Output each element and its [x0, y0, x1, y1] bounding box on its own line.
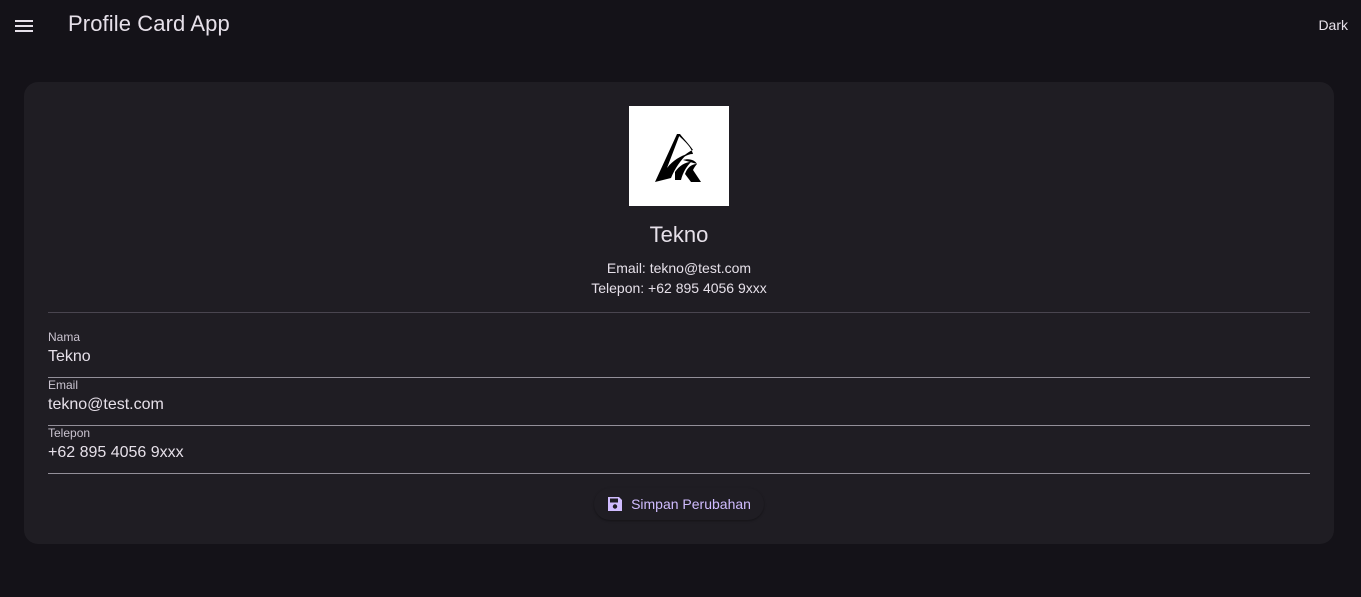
name-field: Nama [48, 330, 1310, 378]
app-title: Profile Card App [68, 11, 230, 36]
email-input[interactable] [48, 394, 1310, 416]
email-field: Email [48, 378, 1310, 426]
logo-a-icon [655, 134, 701, 182]
avatar [629, 106, 729, 206]
profile-card: Tekno Email: tekno@test.com Telepon: +62… [24, 82, 1334, 544]
phone-field-label: Telepon [48, 426, 91, 440]
name-field-label: Nama [48, 330, 81, 344]
save-button[interactable]: Simpan Perubahan [594, 488, 764, 520]
theme-toggle-button[interactable]: Dark [1318, 17, 1348, 33]
divider [48, 312, 1310, 313]
profile-name: Tekno [649, 222, 709, 247]
app-bar: Profile Card App Dark [0, 0, 1361, 52]
menu-icon[interactable] [12, 14, 36, 38]
save-icon [607, 496, 623, 512]
name-input[interactable] [48, 346, 1310, 368]
email-field-label: Email [48, 378, 79, 392]
phone-input[interactable] [48, 442, 1310, 464]
profile-phone: Telepon: +62 895 4056 9xxx [591, 280, 767, 296]
phone-field: Telepon [48, 426, 1310, 474]
profile-email: Email: tekno@test.com [606, 260, 752, 276]
save-button-label: Simpan Perubahan [631, 496, 751, 512]
